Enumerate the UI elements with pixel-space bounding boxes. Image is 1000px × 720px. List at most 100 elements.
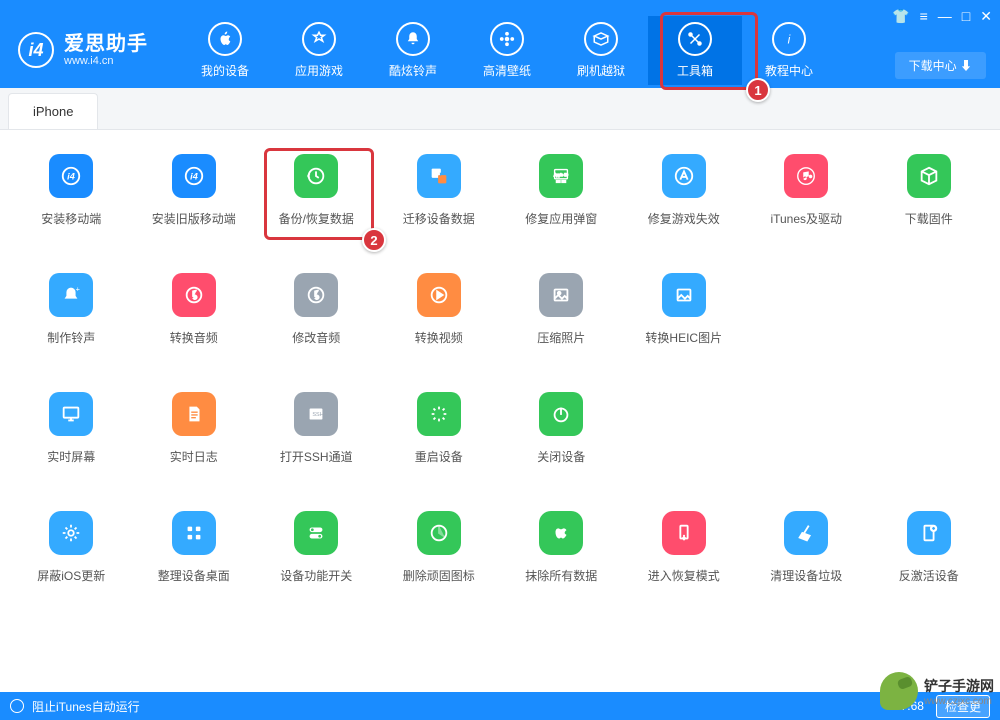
tool-install-old[interactable]: i4安装旧版移动端: [133, 154, 256, 227]
tool-label: 转换音频: [170, 329, 218, 346]
music-edit-icon: [294, 273, 338, 317]
tool-shutdown[interactable]: 关闭设备: [500, 392, 623, 465]
nav-label: 工具箱: [677, 62, 713, 79]
tool-label: 实时屏幕: [47, 448, 95, 465]
tool-label: 修复游戏失效: [648, 210, 720, 227]
tool-compress-photo[interactable]: 压缩照片: [500, 273, 623, 346]
tool-label: 迁移设备数据: [403, 210, 475, 227]
music-note-icon: [172, 273, 216, 317]
play-icon: [417, 273, 461, 317]
phone-x-icon: [907, 511, 951, 555]
appstore-a-icon: [662, 154, 706, 198]
tool-label: 实时日志: [170, 448, 218, 465]
nav-flash[interactable]: 刷机越狱: [554, 16, 648, 85]
watermark-sub: www.czjxc.com: [924, 696, 994, 707]
tool-del-icons[interactable]: 删除顽固图标: [378, 511, 501, 584]
i4-icon: i4: [172, 154, 216, 198]
tool-itunes-driver[interactable]: iTunes及驱动: [745, 154, 868, 227]
time-machine-icon: [294, 154, 338, 198]
tool-realtime-screen[interactable]: 实时屏幕: [10, 392, 133, 465]
maximize-icon[interactable]: □: [962, 8, 970, 25]
tool-reboot[interactable]: 重启设备: [378, 392, 501, 465]
tool-label: 整理设备桌面: [158, 567, 230, 584]
gear-icon: [49, 511, 93, 555]
tool-edit-audio[interactable]: 修改音频: [255, 273, 378, 346]
tool-label: 删除顽固图标: [403, 567, 475, 584]
box-icon: [584, 22, 618, 56]
i4-icon: i4: [49, 154, 93, 198]
nav-tutorial[interactable]: i 教程中心: [742, 16, 836, 85]
window-controls: 👕 ≡ — □ ✕: [892, 8, 992, 25]
cube-icon: [907, 154, 951, 198]
bell-plus-icon: +: [49, 273, 93, 317]
tool-recovery[interactable]: 进入恢复模式: [623, 511, 746, 584]
tool-label: 修复应用弹窗: [525, 210, 597, 227]
tool-label: 进入恢复模式: [648, 567, 720, 584]
heic-icon: [662, 273, 706, 317]
svg-text:i: i: [788, 32, 791, 46]
info-icon: i: [772, 22, 806, 56]
nav-ringtone[interactable]: 酷炫铃声: [366, 16, 460, 85]
close-icon[interactable]: ✕: [980, 8, 992, 25]
nav-device[interactable]: 我的设备: [178, 16, 272, 85]
download-center-button[interactable]: 下载中心 ⬇: [895, 52, 986, 79]
tool-label: 反激活设备: [899, 567, 959, 584]
app-header: 👕 ≡ — □ ✕ i4 爱思助手 www.i4.cn 我的设备 应用游戏 酷炫…: [0, 12, 1000, 88]
terminal-icon: SSH: [294, 392, 338, 436]
document-icon: [172, 392, 216, 436]
tool-erase[interactable]: 抹除所有数据: [500, 511, 623, 584]
svg-text:SSH: SSH: [313, 412, 324, 418]
tool-clean[interactable]: 清理设备垃圾: [745, 511, 868, 584]
tool-label: 关闭设备: [537, 448, 585, 465]
device-tabbar: iPhone: [0, 88, 1000, 130]
tool-migrate[interactable]: 迁移设备数据: [378, 154, 501, 227]
tool-convert-audio[interactable]: 转换音频: [133, 273, 256, 346]
shirt-icon[interactable]: 👕: [892, 8, 909, 25]
svg-text:i4: i4: [67, 172, 75, 182]
tool-ssh[interactable]: SSH 打开SSH通道: [255, 392, 378, 465]
tool-tidy-desktop[interactable]: 整理设备桌面: [133, 511, 256, 584]
tool-label: 打开SSH通道: [280, 448, 353, 465]
tool-label: 下载固件: [905, 210, 953, 227]
download-center-label: 下载中心: [909, 59, 957, 73]
tool-label: 重启设备: [415, 448, 463, 465]
tool-feature-switch[interactable]: 设备功能开关: [255, 511, 378, 584]
nav-toolbox[interactable]: 工具箱: [648, 16, 742, 85]
appleid-icon: Apple ID: [539, 154, 583, 198]
minimize-icon[interactable]: —: [938, 8, 952, 25]
nav-wallpaper[interactable]: 高清壁纸: [460, 16, 554, 85]
toggles-icon: [294, 511, 338, 555]
tool-block-update[interactable]: 屏蔽iOS更新: [10, 511, 133, 584]
status-circle-icon[interactable]: [10, 699, 24, 713]
tool-backup-restore[interactable]: 备份/恢复数据: [255, 154, 378, 227]
tool-grid: i4安装移动端 i4安装旧版移动端 备份/恢复数据 迁移设备数据 Apple I…: [0, 130, 1000, 594]
tool-make-ring[interactable]: +制作铃声: [10, 273, 133, 346]
loading-icon: [417, 392, 461, 436]
bell-icon: [396, 22, 430, 56]
tool-convert-video[interactable]: 转换视频: [378, 273, 501, 346]
nav-apps[interactable]: 应用游戏: [272, 16, 366, 85]
tool-fix-popup[interactable]: Apple ID 修复应用弹窗: [500, 154, 623, 227]
tool-download-fw[interactable]: 下载固件: [868, 154, 991, 227]
tool-fix-game[interactable]: 修复游戏失效: [623, 154, 746, 227]
tool-realtime-log[interactable]: 实时日志: [133, 392, 256, 465]
tool-install-mobile[interactable]: i4安装移动端: [10, 154, 133, 227]
grid-icon: [172, 511, 216, 555]
tool-convert-heic[interactable]: 转换HEIC图片: [623, 273, 746, 346]
app-name-cn: 爱思助手: [64, 33, 148, 55]
status-itunes-text[interactable]: 阻止iTunes自动运行: [32, 698, 140, 715]
tool-label: 屏蔽iOS更新: [37, 567, 105, 584]
tab-iphone[interactable]: iPhone: [8, 93, 98, 129]
itunes-icon: [784, 154, 828, 198]
nav-label: 高清壁纸: [483, 62, 531, 79]
tool-label: iTunes及驱动: [770, 210, 842, 227]
tool-label: 备份/恢复数据: [279, 210, 354, 227]
svg-text:Apple ID: Apple ID: [554, 173, 568, 177]
nav-label: 酷炫铃声: [389, 62, 437, 79]
watermark-text: 铲子手游网: [924, 676, 994, 696]
tool-deactivate[interactable]: 反激活设备: [868, 511, 991, 584]
tool-label: 转换视频: [415, 329, 463, 346]
pie-icon: [417, 511, 461, 555]
tool-label: 转换HEIC图片: [645, 329, 722, 346]
menu-icon[interactable]: ≡: [920, 8, 928, 25]
